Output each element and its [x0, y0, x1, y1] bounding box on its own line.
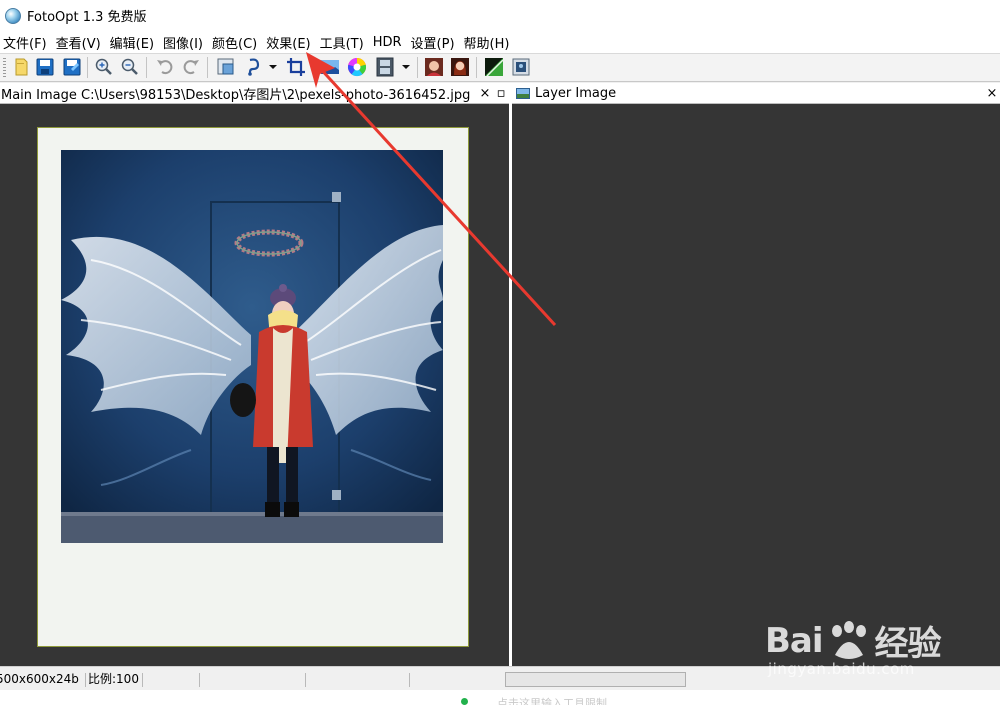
portrait-icon: [425, 58, 443, 76]
status-separator: [409, 673, 410, 687]
baidu-url: jingyan.baidu.com: [768, 660, 915, 678]
color-wheel-button[interactable]: [347, 57, 367, 77]
main-image-header: Main Image C:\Users\98153\Desktop\存图片\2\…: [0, 83, 509, 104]
menu-image[interactable]: 图像(I): [160, 33, 209, 52]
portrait-button[interactable]: [424, 57, 444, 77]
menu-view[interactable]: 查看(V): [53, 33, 107, 52]
open-button[interactable]: [11, 57, 31, 77]
film-strip-button[interactable]: [375, 57, 395, 77]
portrait-retouch-icon: [451, 58, 469, 76]
layer-image-canvas[interactable]: [512, 104, 1000, 666]
save-as-button[interactable]: [62, 57, 82, 77]
window-title: FotoOpt 1.3 免费版: [27, 10, 147, 25]
landscape-adjust-button[interactable]: [320, 57, 340, 77]
menu-edit[interactable]: 编辑(E): [107, 33, 160, 52]
title-bar: FotoOpt 1.3 免费版: [0, 0, 1000, 31]
menu-settings[interactable]: 设置(P): [408, 33, 461, 52]
landscape-adjust-icon: [321, 60, 339, 74]
color-wheel-icon: [347, 58, 367, 77]
select-tool-icon: [248, 58, 260, 76]
film-strip-icon: [376, 57, 394, 77]
save-button[interactable]: [35, 57, 55, 77]
status-dimensions: 500x600x24b: [0, 672, 79, 686]
toolbar-separator: [207, 57, 208, 78]
status-separator: [305, 673, 306, 687]
layer-image-close-button[interactable]: ×: [984, 86, 1000, 101]
save-as-icon: [63, 58, 81, 76]
zoom-in-button[interactable]: [94, 57, 114, 77]
tool-hint-text: 点击这里输入工具限制: [497, 697, 607, 705]
main-image-title: Main Image C:\Users\98153\Desktop\存图片\2\…: [1, 87, 471, 103]
baidu-watermark: Bai 经验 jingyan.baidu.com: [765, 596, 995, 686]
crop-button[interactable]: [286, 57, 306, 77]
toolbar-grip[interactable]: [3, 58, 6, 77]
fotoopt-logo-icon: [5, 7, 21, 24]
menu-bar: 文件(F) 查看(V) 编辑(E) 图像(I) 颜色(C) 效果(E) 工具(T…: [0, 31, 1000, 54]
baidu-logo-text-left: Bai: [765, 620, 824, 661]
toolbar-separator: [87, 57, 88, 78]
baidu-paw-icon: [831, 620, 866, 659]
layer-image-title: Layer Image: [535, 85, 617, 101]
undo-button[interactable]: [155, 57, 175, 77]
frame-icon: [512, 58, 530, 76]
menu-help[interactable]: 帮助(H): [461, 33, 516, 52]
toolbar-separator: [417, 57, 418, 78]
progress-bar: [505, 672, 686, 687]
film-strip-dropdown[interactable]: [401, 59, 410, 75]
hint-strip: 点击这里输入工具限制: [0, 690, 1000, 705]
menu-tools[interactable]: 工具(T): [317, 33, 370, 52]
menu-file[interactable]: 文件(F): [0, 33, 53, 52]
levels-button[interactable]: [484, 57, 504, 77]
levels-icon: [485, 58, 504, 77]
frame-button[interactable]: [511, 57, 531, 77]
menu-color[interactable]: 颜色(C): [209, 33, 263, 52]
main-image-close-button[interactable]: ×: [477, 86, 493, 101]
open-folder-icon: [15, 58, 28, 76]
main-image-canvas[interactable]: [0, 104, 509, 666]
status-separator: [142, 673, 143, 687]
toolbar: [0, 54, 1000, 82]
portrait-retouch-button[interactable]: [450, 57, 470, 77]
menu-effects[interactable]: 效果(E): [263, 33, 316, 52]
menu-hdr[interactable]: HDR: [370, 35, 408, 50]
undo-icon: [157, 60, 173, 75]
toolbar-separator: [146, 57, 147, 78]
status-scale: 比例:100: [88, 672, 139, 686]
save-icon: [36, 58, 54, 76]
baidu-logo: Bai 经验: [765, 616, 942, 665]
zoom-in-icon: [95, 58, 112, 75]
main-image-maximize-button[interactable]: ▫: [493, 86, 509, 101]
crop-icon: [287, 58, 305, 76]
zoom-out-button[interactable]: [120, 57, 140, 77]
photo-content: [61, 150, 443, 543]
zoom-out-icon: [121, 58, 138, 75]
status-indicator-dot: [461, 698, 468, 705]
resize-button[interactable]: [216, 57, 236, 77]
main-image[interactable]: [37, 127, 469, 647]
select-tool-dropdown[interactable]: [268, 59, 277, 75]
resize-icon: [217, 58, 234, 75]
layer-image-header: Layer Image ×: [512, 83, 1000, 104]
redo-button[interactable]: [181, 57, 201, 77]
select-tool-button[interactable]: [244, 57, 264, 77]
status-separator: [199, 673, 200, 687]
toolbar-separator: [476, 57, 477, 78]
baidu-logo-text-right: 经验: [874, 624, 942, 664]
redo-icon: [183, 60, 199, 75]
layer-image-icon: [516, 87, 530, 99]
status-separator: [85, 673, 86, 687]
